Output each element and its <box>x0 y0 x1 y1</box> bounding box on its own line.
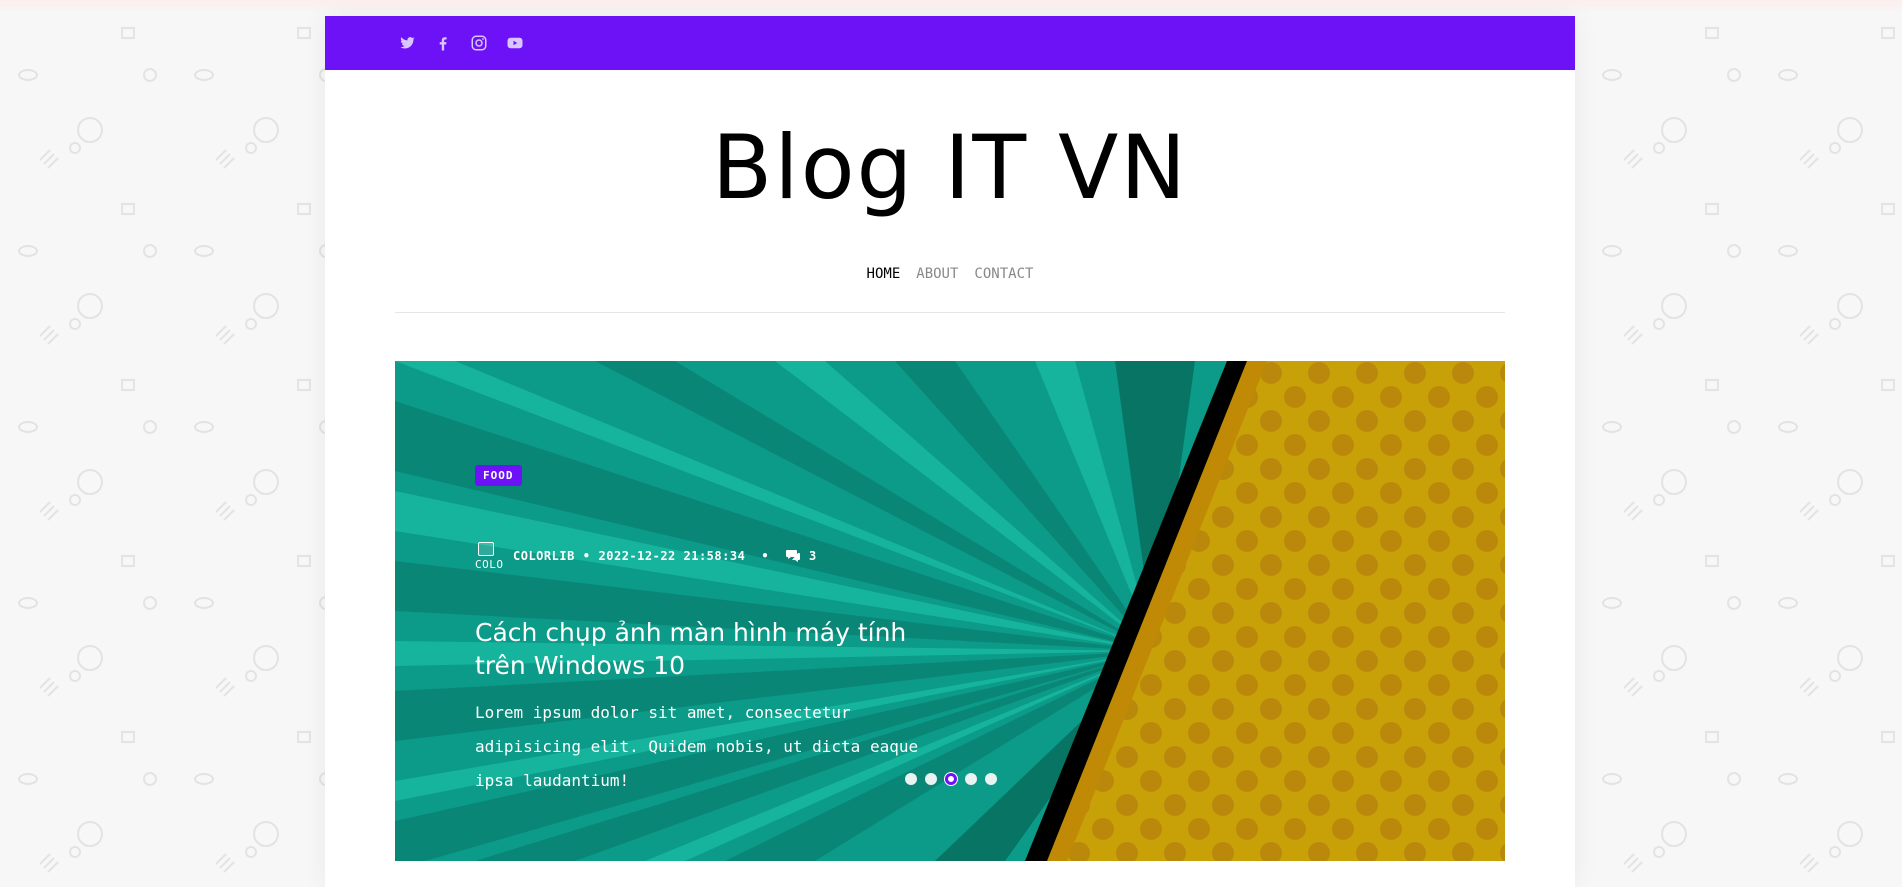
meta-bullet: • <box>761 549 770 563</box>
hero-content: FOOD COLO COLORLIB • 2022-12-22 21:58:34… <box>475 465 955 798</box>
slider-dot[interactable] <box>925 773 937 785</box>
facebook-icon[interactable] <box>433 33 453 53</box>
top-bar <box>325 16 1575 70</box>
slider-dot[interactable] <box>905 773 917 785</box>
comments-count[interactable]: 3 <box>809 549 817 563</box>
broken-image-icon <box>478 542 494 556</box>
nav-item-home[interactable]: HOME <box>867 266 901 290</box>
comments-icon <box>785 549 801 563</box>
youtube-icon[interactable] <box>505 33 525 53</box>
post-title[interactable]: Cách chụp ảnh màn hình máy tính trên Win… <box>475 616 955 682</box>
avatar: COLO <box>475 540 505 572</box>
category-tag[interactable]: FOOD <box>475 465 522 486</box>
slider-dot[interactable] <box>965 773 977 785</box>
hero-slider[interactable]: FOOD COLO COLORLIB • 2022-12-22 21:58:34… <box>395 361 1505 861</box>
post-meta: COLO COLORLIB • 2022-12-22 21:58:34 • 3 <box>475 540 955 572</box>
post-datetime: 2022-12-22 21:58:34 <box>598 549 746 563</box>
header-divider <box>395 312 1505 313</box>
slider-dots <box>905 773 997 785</box>
author-name[interactable]: COLORLIB <box>513 549 575 563</box>
meta-bullet: • <box>582 549 591 563</box>
instagram-icon[interactable] <box>469 33 489 53</box>
slider-dot[interactable] <box>945 773 957 785</box>
slider-dot[interactable] <box>985 773 997 785</box>
page-container: Blog IT VN HOME ABOUT CONTACT FOOD COLO … <box>325 16 1575 887</box>
site-title[interactable]: Blog IT VN <box>325 70 1575 218</box>
nav-item-contact[interactable]: CONTACT <box>974 266 1033 290</box>
nav-item-about[interactable]: ABOUT <box>916 266 958 290</box>
main-nav: HOME ABOUT CONTACT <box>325 266 1575 290</box>
avatar-alt-text: COLO <box>475 558 504 571</box>
post-excerpt: Lorem ipsum dolor sit amet, consectetur … <box>475 703 919 790</box>
twitter-icon[interactable] <box>397 33 417 53</box>
